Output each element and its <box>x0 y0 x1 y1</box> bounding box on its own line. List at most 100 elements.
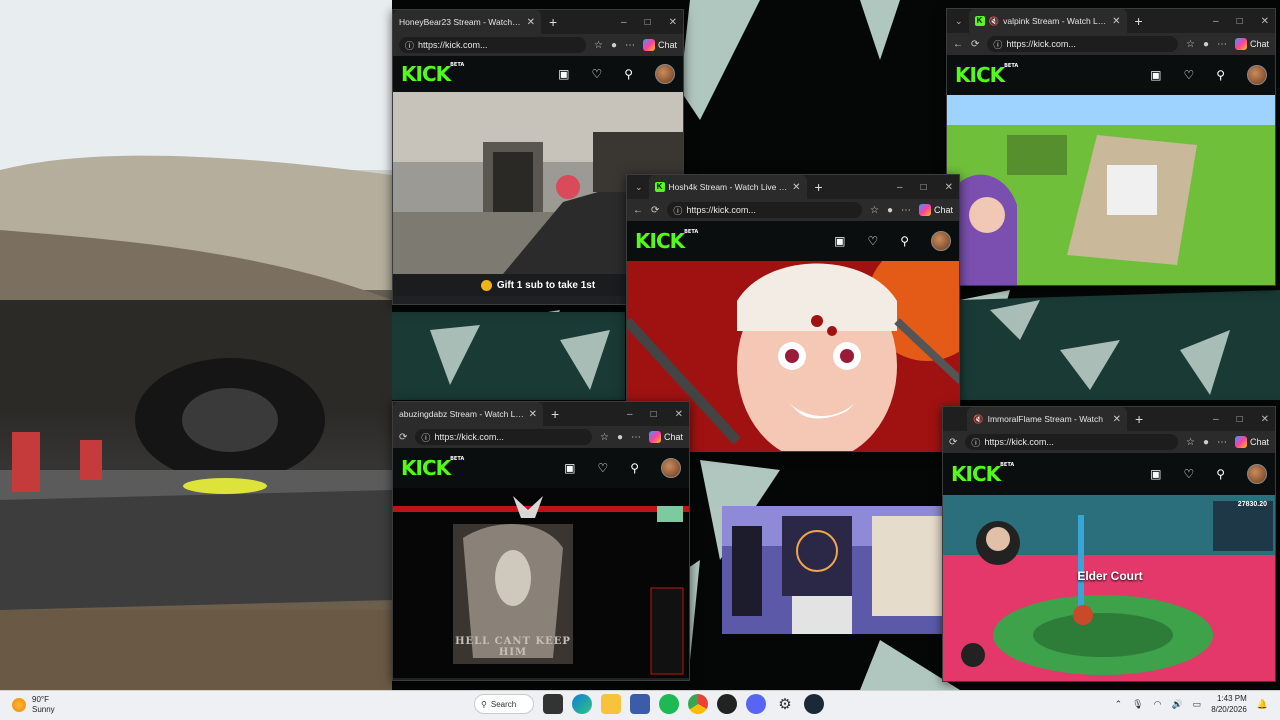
address-bar[interactable]: ⓘ https://kick.com... <box>965 434 1178 450</box>
following-heart-icon[interactable]: ♡ <box>1183 467 1194 481</box>
profile-icon[interactable]: ● <box>617 432 623 443</box>
weather-widget[interactable]: 90°F Sunny <box>12 695 55 715</box>
address-bar[interactable]: ⓘ https://kick.com... <box>399 37 586 53</box>
tab-honeybear[interactable]: HoneyBear23 Stream - Watch Live ✕ <box>393 10 541 34</box>
more-menu-icon[interactable]: ⋯ <box>901 205 911 216</box>
notification-bell-icon[interactable]: 🔔 <box>1257 699 1268 710</box>
browse-icon[interactable]: ▣ <box>1150 467 1161 481</box>
following-heart-icon[interactable]: ♡ <box>591 67 602 81</box>
maximize-button[interactable]: □ <box>1237 16 1243 27</box>
maximize-button[interactable]: □ <box>651 409 657 420</box>
close-window-button[interactable]: ✕ <box>1261 414 1269 425</box>
calculator-icon[interactable] <box>630 694 650 714</box>
user-avatar[interactable] <box>1247 464 1267 484</box>
browse-icon[interactable]: ▣ <box>1150 68 1161 82</box>
stream-preview-tile[interactable] <box>722 506 946 634</box>
tab-close-icon[interactable]: ✕ <box>1112 16 1120 27</box>
stream-video[interactable]: Elder Court 27830.20 <box>943 495 1275 681</box>
following-heart-icon[interactable]: ♡ <box>597 461 608 475</box>
edge-browser-icon[interactable] <box>572 694 592 714</box>
minimize-button[interactable]: – <box>1213 414 1219 425</box>
following-heart-icon[interactable]: ♡ <box>1183 68 1194 82</box>
start-windows-icon[interactable] <box>448 696 465 713</box>
stream-video[interactable]: HELL CANT KEEP HIM <box>393 488 689 678</box>
copilot-chat-button[interactable]: Chat <box>1234 436 1269 448</box>
address-bar[interactable]: ⓘ https://kick.com... <box>987 36 1178 52</box>
user-avatar[interactable] <box>931 231 951 251</box>
more-menu-icon[interactable]: ⋯ <box>1217 39 1227 50</box>
profile-icon[interactable]: ● <box>611 40 617 51</box>
maximize-button[interactable]: □ <box>1237 414 1243 425</box>
browse-icon[interactable]: ▣ <box>564 461 575 475</box>
search-icon[interactable]: ⚲ <box>1216 467 1225 481</box>
more-menu-icon[interactable]: ⋯ <box>631 432 641 443</box>
search-icon[interactable]: ⚲ <box>630 461 639 475</box>
kick-logo[interactable]: KICKBETA <box>635 229 698 253</box>
minimize-button[interactable]: – <box>627 409 633 420</box>
spotify-icon[interactable] <box>659 694 679 714</box>
more-menu-icon[interactable]: ⋯ <box>1217 437 1227 448</box>
settings-gear-icon[interactable]: ⚙ <box>775 694 795 714</box>
tab-immoralflame[interactable]: 🔇 ImmoralFlame Stream - Watch ✕ <box>967 407 1127 431</box>
copilot-chat-button[interactable]: Chat <box>918 204 953 216</box>
maximize-button[interactable]: □ <box>921 182 927 193</box>
reload-button[interactable]: ⟳ <box>651 205 659 216</box>
tab-list-chevron-icon[interactable]: ⌄ <box>955 16 963 27</box>
back-button[interactable]: ← <box>953 39 963 50</box>
new-tab-button[interactable]: + <box>549 14 557 30</box>
tab-valpink[interactable]: K 🔇 valpink Stream - Watch Live o ✕ <box>968 9 1127 33</box>
close-window-button[interactable]: ✕ <box>675 409 683 420</box>
wifi-icon[interactable]: ◠ <box>1154 699 1162 710</box>
favorite-star-icon[interactable]: ☆ <box>594 40 603 51</box>
following-heart-icon[interactable]: ♡ <box>867 234 878 248</box>
tab-close-icon[interactable]: ✕ <box>529 409 537 420</box>
copilot-chat-button[interactable]: Chat <box>648 431 683 443</box>
browser-window-abuzingdabz[interactable]: abuzingdabz Stream - Watch Live ✕ + – □ … <box>392 401 690 681</box>
user-avatar[interactable] <box>655 64 675 84</box>
close-window-button[interactable]: ✕ <box>1261 16 1269 27</box>
new-tab-button[interactable]: + <box>1135 13 1143 29</box>
minimize-button[interactable]: – <box>1213 16 1219 27</box>
chrome-icon[interactable] <box>688 694 708 714</box>
profile-icon[interactable]: ● <box>1203 39 1209 50</box>
tab-abuzingdabz[interactable]: abuzingdabz Stream - Watch Live ✕ <box>393 402 543 426</box>
close-window-button[interactable]: ✕ <box>945 182 953 193</box>
tab-list-chevron-icon[interactable]: ⌄ <box>635 182 643 193</box>
minimize-button[interactable]: – <box>621 17 627 28</box>
show-hidden-icons-chevron-icon[interactable]: ⌃ <box>1115 699 1123 710</box>
steam-icon[interactable] <box>804 694 824 714</box>
tab-close-icon[interactable]: ✕ <box>792 182 800 193</box>
favorite-star-icon[interactable]: ☆ <box>1186 39 1195 50</box>
favorite-star-icon[interactable]: ☆ <box>1186 437 1195 448</box>
search-icon[interactable]: ⚲ <box>900 234 909 248</box>
new-tab-button[interactable]: + <box>551 406 559 422</box>
browser-window-immoralflame[interactable]: 🔇 ImmoralFlame Stream - Watch ✕ + – □ ✕ … <box>942 406 1276 682</box>
favorite-star-icon[interactable]: ☆ <box>870 205 879 216</box>
search-icon[interactable]: ⚲ <box>624 67 633 81</box>
new-tab-button[interactable]: + <box>1135 411 1143 427</box>
task-view-icon[interactable] <box>543 694 563 714</box>
microphone-icon[interactable]: 🎙 <box>1132 699 1143 710</box>
kick-logo[interactable]: KICKBETA <box>401 456 464 480</box>
tab-close-icon[interactable]: ✕ <box>1113 414 1121 425</box>
search-icon[interactable]: ⚲ <box>1216 68 1225 82</box>
close-window-button[interactable]: ✕ <box>669 17 677 28</box>
reload-button[interactable]: ⟳ <box>949 437 957 448</box>
address-bar[interactable]: ⓘ https://kick.com... <box>667 202 862 218</box>
browser-window-valpink[interactable]: ⌄ K 🔇 valpink Stream - Watch Live o ✕ + … <box>946 8 1276 286</box>
more-menu-icon[interactable]: ⋯ <box>625 40 635 51</box>
stream-video[interactable] <box>947 95 1275 285</box>
back-button[interactable]: ← <box>633 205 643 216</box>
maximize-button[interactable]: □ <box>645 17 651 28</box>
favorite-star-icon[interactable]: ☆ <box>600 432 609 443</box>
reload-button[interactable]: ⟳ <box>399 432 407 443</box>
muted-speaker-icon[interactable]: 🔇 <box>973 414 984 425</box>
reload-button[interactable]: ⟳ <box>971 39 979 50</box>
minimize-button[interactable]: – <box>897 182 903 193</box>
tab-hosh4k[interactable]: K Hosh4k Stream - Watch Live on Ki ✕ <box>648 175 807 199</box>
user-avatar[interactable] <box>1247 65 1267 85</box>
browse-icon[interactable]: ▣ <box>558 67 569 81</box>
kick-logo[interactable]: KICKBETA <box>955 63 1018 87</box>
browse-icon[interactable]: ▣ <box>834 234 845 248</box>
volume-icon[interactable]: 🔊 <box>1171 699 1182 710</box>
